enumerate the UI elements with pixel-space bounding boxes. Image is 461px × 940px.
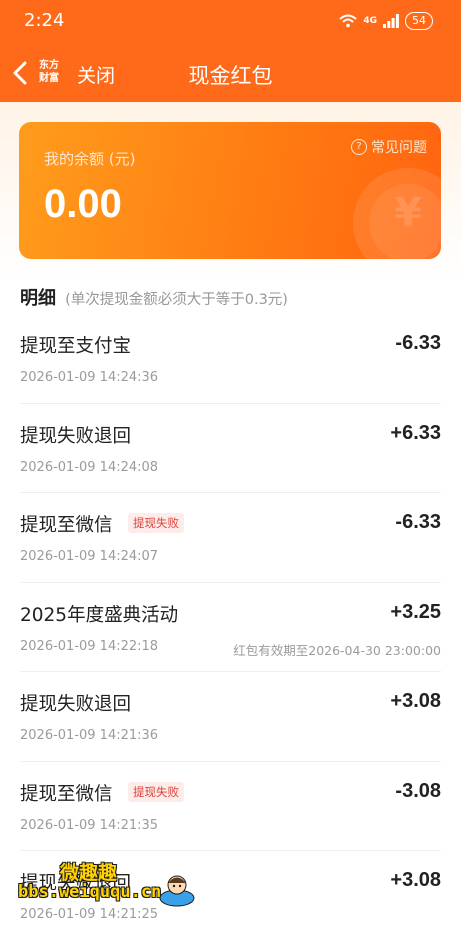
transaction-time: 2026-01-09 14:21:36 — [20, 728, 159, 743]
detail-title: 明细 — [20, 288, 56, 309]
failed-badge: 提现失败 — [128, 513, 184, 533]
transaction-row[interactable]: 提现至微信 提现失败 2026-01-09 14:24:07 -6.33 — [20, 493, 441, 583]
status-time: 2:24 — [24, 10, 65, 31]
transaction-title: 提现失败退回 — [20, 425, 132, 447]
detail-header: 明细 (单次提现金额必须大于等于0.3元) — [20, 284, 288, 310]
question-icon: ? — [351, 139, 367, 155]
transaction-time: 2026-01-09 14:24:08 — [20, 459, 159, 475]
transaction-title: 2025年度盛典活动 — [20, 604, 179, 626]
faq-link[interactable]: ? 常见问题 — [351, 137, 427, 157]
status-icons: 4G 54 — [339, 12, 433, 30]
transaction-title: 提现失败退回 — [20, 873, 132, 894]
transaction-expiry: 红包有效期至2026-04-30 23:00:00 — [233, 642, 441, 658]
transaction-time: 2026-01-09 14:24:07 — [20, 549, 159, 564]
transaction-title: 提现至支付宝 — [20, 336, 132, 357]
transaction-title: 提现至微信 — [20, 783, 113, 805]
balance-value: 0.00 — [44, 182, 122, 226]
transaction-list: 提现至支付宝 2026-01-09 14:24:36 -6.33 提现失败退回 … — [0, 314, 461, 940]
balance-card: ¥ 我的余额 (元) 0.00 ? 常见问题 — [19, 122, 441, 259]
nav-bar: 东方 财富 关闭 现金红包 — [0, 44, 461, 102]
transaction-row[interactable]: 提现失败退回 2026-01-09 14:24:08 +6.33 — [20, 404, 441, 493]
detail-note: (单次提现金额必须大于等于0.3元) — [65, 292, 288, 308]
transaction-amount: +3.25 — [390, 600, 441, 623]
page-title: 现金红包 — [188, 64, 273, 88]
transaction-amount: +3.08 — [390, 690, 441, 712]
transaction-row[interactable]: 提现至微信 提现失败 2026-01-09 14:21:35 -3.08 — [20, 762, 441, 851]
transaction-title: 提现至微信 — [20, 515, 113, 536]
balance-label: 我的余额 (元) — [44, 150, 136, 168]
signal-icon — [383, 14, 399, 28]
transaction-amount: -3.08 — [395, 779, 441, 802]
transaction-time: 2026-01-09 14:22:18 — [20, 638, 159, 654]
yuan-coin-icon: ¥ — [353, 168, 441, 259]
transaction-amount: -6.33 — [395, 511, 441, 533]
transaction-row[interactable]: 提现失败退回 2026-01-09 14:21:25 +3.08 — [20, 851, 441, 940]
wifi-icon — [339, 14, 358, 28]
transaction-title: 提现失败退回 — [20, 694, 132, 715]
app-header: 2:24 4G 54 东方 财富 关闭 现金红包 — [0, 0, 461, 102]
transaction-amount: +6.33 — [390, 421, 441, 444]
faq-label: 常见问题 — [371, 140, 427, 156]
battery-indicator: 54 — [405, 12, 433, 30]
transaction-row[interactable]: 提现失败退回 2026-01-09 14:21:36 +3.08 — [20, 672, 441, 762]
transaction-time: 2026-01-09 14:24:36 — [20, 370, 159, 385]
failed-badge: 提现失败 — [128, 781, 184, 802]
transaction-time: 2026-01-09 14:21:35 — [20, 817, 159, 833]
network-type: 4G — [363, 16, 377, 26]
status-bar: 2:24 4G 54 — [0, 0, 461, 42]
transaction-amount: +3.08 — [390, 869, 441, 891]
transaction-row[interactable]: 2025年度盛典活动 2026-01-09 14:22:18 +3.25 红包有… — [20, 583, 441, 672]
transaction-row[interactable]: 提现至支付宝 2026-01-09 14:24:36 -6.33 — [20, 314, 441, 404]
transaction-amount: -6.33 — [395, 332, 441, 354]
